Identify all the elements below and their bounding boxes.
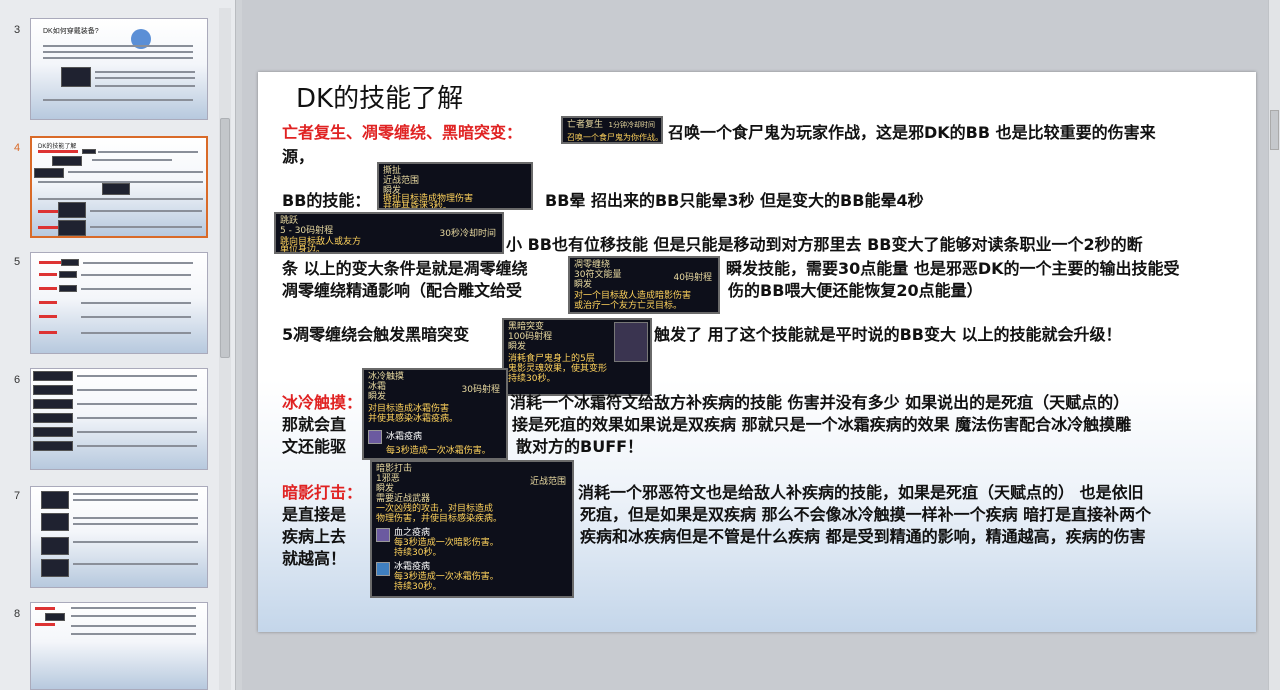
claw-stun-tooltip: 撕扯 近战范围 瞬发 撕扯目标造成物理伤害 并使其昏迷3秒。 (377, 162, 533, 210)
icy-touch-line2-a: 那就会直 (282, 415, 347, 434)
slide-number: 3 (14, 24, 21, 36)
death-coil-text-a: 条 以上的变大条件是就是凋零缠绕 (282, 259, 528, 278)
frost-fever-icon (368, 430, 382, 444)
thumbnail-scrollbar-thumb[interactable] (220, 118, 230, 358)
slide-thumbnail-6[interactable] (30, 368, 208, 470)
slide-number: 8 (14, 608, 21, 620)
icy-touch-line2-b: 接是死疽的效果如果说是双疾病 那就只是一个冰霜疾病的效果 魔法伤害配合冰冷触摸雕 (512, 415, 1132, 434)
dark-transformation-text-b: 触发了 用了这个技能就是平时说的BB变大 以上的技能就会升级！ (654, 325, 1122, 344)
blood-plague-icon (376, 528, 390, 542)
death-coil-tooltip: 凋零缠绕 30符文能量 40码射程 瞬发 对一个目标敌人造成暗影伤害 或治疗一个… (568, 256, 720, 314)
scourge-strike-line3-a: 疾病上去 (282, 527, 347, 546)
death-coil-mastery-a: 凋零缠绕精通影响（配合雕文给受 (282, 281, 523, 300)
canvas-scrollbar[interactable] (1268, 0, 1280, 690)
bb-skills-label: BB的技能： (282, 191, 371, 210)
death-coil-text-b: 瞬发技能，需要30点能量 也是邪恶DK的一个主要的输出技能受 (726, 259, 1180, 278)
scourge-strike-line3-b: 疾病和冰疾病但是不管是什么疾病 都是受到精通的影响，精通越高，疾病的伤害 (580, 527, 1146, 546)
bb-stun-text: BB晕 招出来的BB只能晕3秒 但是变大的BB能晕4秒 (545, 191, 924, 210)
thumbnail-title: DK如何穿戴装备? (43, 28, 99, 35)
scourge-strike-tooltip: 暗影打击 1邪恶 近战范围 瞬发 需要近战武器 一次凶残的攻击，对目标造成 物理… (370, 460, 574, 598)
dark-transformation-icon (614, 322, 648, 362)
slide-thumbnail-4-selected[interactable]: DK的技能了解 (30, 136, 208, 238)
scourge-strike-line1: 消耗一个邪恶符文也是给敌人补疾病的技能，如果是死疽（天赋点的） 也是依旧 (578, 483, 1144, 502)
raise-dead-tooltip: 亡者复生 1分钟冷却时间 召唤一个食尸鬼为你作战。 (561, 116, 663, 144)
bb-leap-text: 小 BB也有位移技能 但是只能是移动到对方那里去 BB变大了能够对读条职业一个2… (506, 235, 1143, 254)
icy-touch-tooltip: 冰冷触摸 冰霜 30码射程 瞬发 对目标造成冰霜伤害 并使其感染冰霜疫病。 冰霜… (362, 368, 508, 460)
scourge-strike-line2-b: 死疽，但是如果是双疾病 那么不会像冰冷触摸一样补一个疾病 暗打是直接补两个 (580, 505, 1152, 524)
raise-dead-description-cont: 源， (282, 147, 315, 166)
thumbnail-title: DK的技能了解 (38, 144, 77, 150)
death-coil-mastery-b: 伤的BB喂大便还能恢复20点能量） (728, 281, 983, 300)
dark-transformation-tooltip: 黑暗突变 100码射程 瞬发 消耗食尸鬼身上的5层 鬼影灵魂效果，使其变形 持续… (502, 318, 652, 396)
slide-title: DK的技能了解 (296, 84, 464, 114)
slide-thumbnail-3[interactable]: DK如何穿戴装备? (30, 18, 208, 120)
scourge-strike-heading: 暗影打击： (282, 483, 363, 502)
dark-transformation-text-a: 5凋零缠绕会触发黑暗突变 (282, 325, 470, 344)
leap-tooltip: 跳跃 5 - 30码射程 30秒冷却时间 跳向目标敌人或友方 单位身边。 (274, 212, 504, 254)
slide-thumbnail-8[interactable] (30, 602, 208, 690)
slide-number: 7 (14, 490, 21, 502)
slide-number: 6 (14, 374, 21, 386)
icy-touch-line1: 消耗一个冰霜符文给敌方补疾病的技能 伤害并没有多少 如果说出的是死疽（天赋点的） (510, 393, 1130, 412)
icy-touch-line3-b: 散对方的BUFF！ (516, 437, 644, 456)
raise-dead-description: 召唤一个食尸鬼为玩家作战，这是邪DK的BB 也是比较重要的伤害来 (668, 123, 1156, 142)
scourge-strike-line4: 就越高！ (282, 549, 347, 568)
frost-fever-icon (376, 562, 390, 576)
slide-number: 5 (14, 256, 21, 268)
scourge-strike-line2-a: 是直接是 (282, 505, 347, 524)
icy-touch-heading: 冰冷触摸： (282, 393, 363, 412)
slide-number: 4 (14, 142, 21, 154)
thumbnail-scrollbar[interactable] (219, 8, 231, 690)
slide-thumbnail-7[interactable] (30, 486, 208, 588)
slide-thumbnail-5[interactable] (30, 252, 208, 354)
slide-thumbnail-pane: 3 DK如何穿戴装备? 4 DK的技能了解 5 6 7 8 (0, 0, 236, 690)
slide-4: DK的技能了解 亡者复生、凋零缠绕、黑暗突变： 亡者复生 1分钟冷却时间 召唤一… (258, 72, 1256, 632)
raise-dead-heading: 亡者复生、凋零缠绕、黑暗突变： (282, 123, 523, 142)
canvas-scrollbar-thumb[interactable] (1270, 110, 1279, 150)
icy-touch-line3-a: 文还能驱 (282, 437, 347, 456)
